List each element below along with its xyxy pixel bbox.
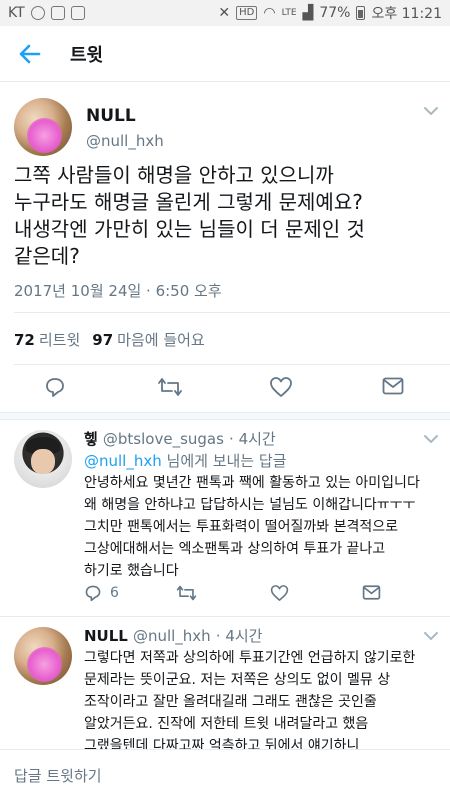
retweet-icon [158, 378, 182, 396]
reply-line: 조작이라고 잘만 올려대길래 그래도 괜찮은 곳인줄 [84, 694, 377, 710]
settings-icon [30, 6, 45, 20]
reply-text: 그렇다면 저쪽과 상의하에 투표기간엔 언급하지 않기로한 문제라는 뜻이군요.… [84, 647, 446, 749]
status-bar: KT ✕ HD ◠ LTE ▟ 77% 오후 11:21 [0, 0, 450, 26]
reply-compose-placeholder[interactable]: 답글 트윗하기 [14, 765, 102, 786]
page-title: 트윗 [70, 44, 104, 66]
retweet-label: 리트윗 [38, 331, 81, 349]
like-stat[interactable]: 97 마음에 들어요 [92, 329, 204, 350]
chevron-down-icon[interactable] [424, 434, 438, 444]
arrow-left-icon [19, 44, 41, 63]
avatar[interactable] [14, 627, 72, 685]
reply-tweet[interactable]: NULL @null_hxh · 4시간 그렇다면 저쪽과 상의하에 투표기간엔… [0, 617, 450, 749]
like-count: 97 [92, 331, 114, 349]
author-handle[interactable]: @btslove_sugas [103, 430, 224, 448]
reply-compose-bar[interactable]: 답글 트윗하기 [0, 749, 450, 800]
like-label: 마음에 들어요 [117, 331, 205, 349]
hd-icon: HD [236, 6, 258, 20]
heart-icon [270, 377, 292, 397]
tweet-line: 누구라도 해명글 올린게 그렇게 문제예요? [14, 190, 363, 214]
notification-icon [70, 6, 85, 20]
main-tweet-header: NULL @null_hxh [14, 92, 450, 156]
author-name[interactable]: NULL [86, 106, 136, 126]
replying-to: @null_hxh 님에게 보내는 답글 [84, 450, 286, 472]
reply-line: 안녕하세요 몇년간 팬톡과 짹에 활동하고 있는 아미입니다 [84, 475, 420, 491]
mute-icon: ✕ [218, 5, 231, 21]
divider [14, 312, 450, 313]
tweet-text: 그쪽 사람들이 해명을 안하고 있으니까 누구라도 해명글 올린게 그렇게 문제… [14, 162, 439, 270]
chevron-down-icon[interactable] [424, 106, 438, 116]
reply-time: · 4시간 [215, 627, 263, 645]
tweet-stats: 72 리트윗 97 마음에 들어요 [14, 329, 205, 350]
retweet-button[interactable] [176, 584, 197, 602]
reply-icon [85, 585, 101, 602]
chevron-down-icon[interactable] [424, 631, 438, 641]
author-handle[interactable]: @null_hxh [86, 132, 164, 150]
author-name[interactable]: NULL [84, 627, 128, 645]
reply-header: 헿 @btslove_sugas · 4시간 [84, 428, 276, 449]
battery-percent: 77% [319, 5, 351, 21]
author-name[interactable]: 헿 [84, 430, 98, 448]
reply-line: 그렇다면 저쪽과 상의하에 투표기간엔 언급하지 않기로한 [84, 650, 416, 666]
carrier-label: KT [8, 5, 25, 21]
retweet-stat[interactable]: 72 리트윗 [14, 329, 80, 350]
reply-actions: 6 [84, 582, 450, 608]
mention-link[interactable]: @null_hxh [84, 452, 162, 470]
reply-button[interactable] [44, 376, 66, 398]
retweet-icon [176, 585, 197, 601]
reply-time: · 4시간 [229, 430, 276, 448]
section-separator [0, 412, 450, 420]
dm-button[interactable] [382, 377, 404, 395]
heart-icon [270, 585, 289, 601]
network-label: LTE [281, 8, 297, 18]
tweet-actions [0, 372, 450, 406]
tweet-line: 그쪽 사람들이 해명을 안하고 있으니까 [14, 163, 334, 187]
tweet-timestamp[interactable]: 2017년 10월 24일 · 6:50 오후 [14, 280, 222, 301]
reply-text: 안녕하세요 몇년간 팬톡과 짹에 활동하고 있는 아미입니다 왜 해명을 안하냐… [84, 472, 446, 582]
status-left: KT [8, 5, 85, 21]
app-header: 트윗 [0, 26, 450, 82]
replying-to-label: 님에게 보내는 답글 [166, 452, 287, 470]
avatar[interactable] [14, 430, 72, 488]
reply-line: 그치만 팬톡에서는 투표화력이 떨어질까봐 본격적으로 [84, 519, 399, 535]
envelope-icon [382, 377, 404, 395]
back-button[interactable] [0, 26, 60, 82]
envelope-icon [362, 585, 381, 600]
reply-tweet[interactable]: 헿 @btslove_sugas · 4시간 @null_hxh 님에게 보내는… [0, 420, 450, 616]
avatar[interactable] [14, 98, 72, 156]
reply-icon [46, 378, 64, 397]
reply-header: NULL @null_hxh · 4시간 [84, 625, 262, 646]
tweet-line: 내생각엔 가만히 있는 님들이 더 문제인 것 [14, 217, 365, 241]
reply-line: 알았거든요. 진작에 저한테 트윗 내려달라고 했음 [84, 716, 369, 732]
signal-icon: ▟ [302, 5, 314, 21]
author-handle[interactable]: @null_hxh [133, 627, 211, 645]
dm-button[interactable] [362, 585, 381, 600]
like-button[interactable] [269, 376, 293, 398]
status-right: ✕ HD ◠ LTE ▟ 77% 오후 11:21 [218, 3, 442, 23]
reply-line: 왜 해명을 안하냐고 답답하시는 널님도 이해갑니다ㅠㅜㅜ [84, 497, 416, 513]
battery-icon [356, 6, 366, 20]
retweet-button[interactable] [157, 376, 183, 398]
reply-line: 문제라는 뜻이군요. 저는 저쪽은 상의도 없이 멜뮤 상 [84, 672, 391, 688]
reply-button[interactable]: 6 [84, 584, 119, 602]
wifi-icon: ◠ [263, 5, 276, 21]
reply-count: 6 [110, 585, 119, 601]
tweet-line: 같은데? [14, 244, 80, 268]
reply-line: 그랬을텐데 다짜고짜 억측하고 뒤에서 얘기하니 [84, 738, 360, 749]
reply-line: 하기로 했습니다 [84, 563, 179, 579]
divider [14, 364, 450, 365]
clock: 오후 11:21 [371, 6, 442, 22]
reply-line: 그상에대해서는 엑소팬톡과 상의하여 투표가 끝나고 [84, 541, 386, 557]
gallery-icon [50, 6, 65, 20]
retweet-count: 72 [14, 331, 35, 349]
like-button[interactable] [270, 584, 289, 602]
